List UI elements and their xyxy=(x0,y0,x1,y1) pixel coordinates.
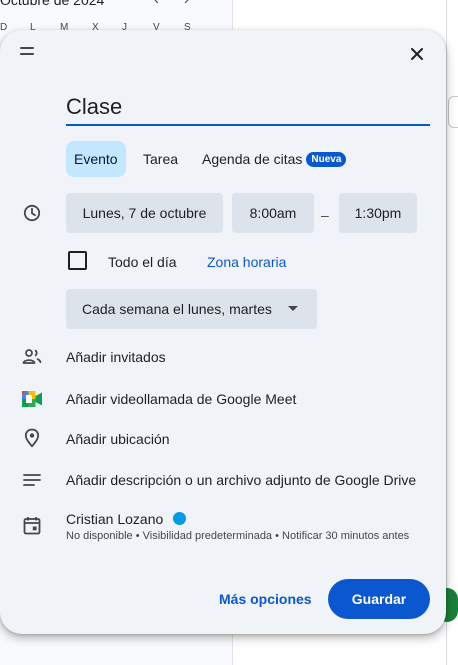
date-picker-button[interactable]: Lunes, 7 de octubre xyxy=(66,193,223,233)
timezone-link[interactable]: Zona horaria xyxy=(207,254,286,270)
more-options-button[interactable]: Más opciones xyxy=(212,581,319,617)
all-day-label: Todo el día xyxy=(108,254,177,270)
mini-calendar-month: Octubre de 2024 xyxy=(0,0,105,8)
add-meet-button[interactable]: Añadir videollamada de Google Meet xyxy=(66,391,296,407)
all-day-checkbox[interactable] xyxy=(68,251,87,270)
chevron-down-icon xyxy=(288,306,298,311)
calendar-owner-name[interactable]: Cristian Lozano xyxy=(66,511,163,527)
clock-icon xyxy=(23,204,41,222)
tab-task[interactable]: Tarea xyxy=(143,141,178,177)
time-separator: – xyxy=(321,207,329,223)
calendar-details: No disponible • Visibilidad predetermina… xyxy=(66,530,410,542)
add-description-button[interactable]: Añadir descripción o un archivo adjunto … xyxy=(66,472,416,488)
tab-appointment-label: Agenda de citas xyxy=(202,151,303,167)
start-time-button[interactable]: 8:00am xyxy=(232,193,314,233)
calendar-color-dot xyxy=(173,512,186,525)
tab-event[interactable]: Evento xyxy=(66,141,126,177)
save-button[interactable]: Guardar xyxy=(328,579,430,619)
tab-appointment-schedule[interactable]: Agenda de citas Nueva xyxy=(202,141,347,177)
people-icon xyxy=(22,349,42,364)
prev-month-icon[interactable]: ‹ xyxy=(154,0,159,8)
drag-handle-icon[interactable] xyxy=(20,47,34,59)
next-month-icon[interactable]: › xyxy=(184,0,189,8)
new-badge: Nueva xyxy=(306,152,347,167)
notes-icon xyxy=(23,474,41,486)
location-pin-icon xyxy=(24,428,40,448)
calendar-icon xyxy=(23,517,41,535)
close-icon[interactable] xyxy=(406,43,428,65)
weekday-label: D xyxy=(0,22,8,33)
google-meet-icon xyxy=(22,391,42,407)
recurrence-dropdown[interactable]: Cada semana el lunes, martes xyxy=(66,289,317,329)
recurrence-value: Cada semana el lunes, martes xyxy=(82,301,272,317)
add-location-button[interactable]: Añadir ubicación xyxy=(66,431,170,447)
add-guests-button[interactable]: Añadir invitados xyxy=(66,349,166,365)
event-title-input[interactable] xyxy=(66,90,430,126)
background-event-chip[interactable] xyxy=(448,96,458,128)
end-time-button[interactable]: 1:30pm xyxy=(339,193,417,233)
event-quick-create-dialog: Evento Tarea Agenda de citasNueva Lunes,… xyxy=(0,30,446,634)
